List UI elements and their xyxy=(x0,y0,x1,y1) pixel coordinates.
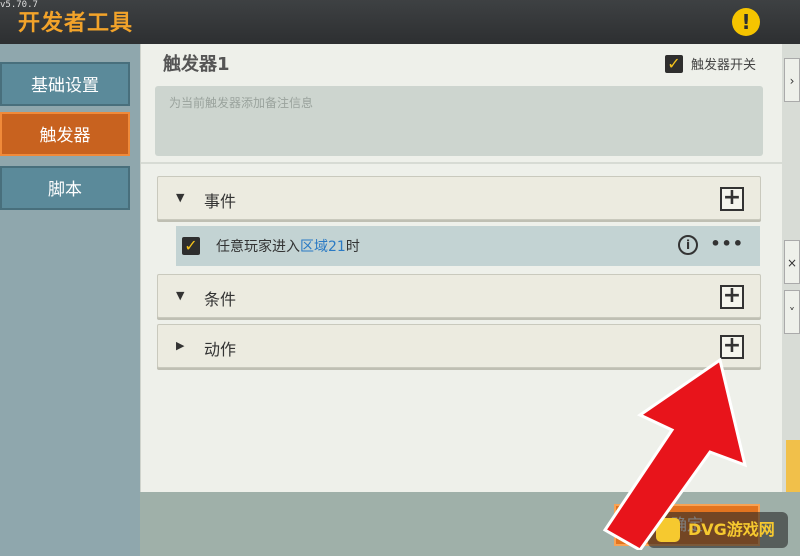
trigger-toggle-label: 触发器开关 xyxy=(690,58,756,73)
top-bar: 开发者工具 ! xyxy=(0,0,800,44)
add-condition-button[interactable]: + xyxy=(720,285,744,309)
event-text-highlight[interactable]: 区域21 xyxy=(300,239,346,255)
more-options-icon[interactable]: ••• xyxy=(710,234,744,253)
red-arrow-annotation xyxy=(602,357,748,550)
sidebar-item-basic-settings[interactable]: 基础设置 xyxy=(0,62,130,106)
section-action-label: 动作 xyxy=(204,340,237,359)
sidebar-item-scripts[interactable]: 脚本 xyxy=(0,166,130,210)
section-condition-label: 条件 xyxy=(204,290,237,309)
warning-icon[interactable]: ! xyxy=(732,8,760,36)
close-icon[interactable]: × xyxy=(784,240,800,284)
section-condition[interactable]: ▼ 条件 + xyxy=(157,274,761,318)
checkbox-icon[interactable]: ✓ xyxy=(182,237,200,255)
note-input[interactable]: 为当前触发器添加备注信息 xyxy=(155,86,763,156)
add-event-button[interactable]: + xyxy=(720,187,744,211)
chevron-right-icon[interactable]: › xyxy=(784,58,800,102)
sidebar: 基础设置 触发器 脚本 xyxy=(0,44,140,556)
chevron-down-icon[interactable]: ˅ xyxy=(784,290,800,334)
event-item-text: 任意玩家进入区域21时 xyxy=(216,236,360,256)
info-icon[interactable]: i xyxy=(678,235,698,255)
caret-down-icon[interactable]: ▼ xyxy=(176,191,184,204)
caret-down-icon[interactable]: ▼ xyxy=(176,289,184,302)
event-text-suffix: 时 xyxy=(345,239,360,255)
side-tab[interactable] xyxy=(786,440,800,500)
section-event[interactable]: ▼ 事件 + xyxy=(157,176,761,220)
event-item[interactable]: ✓ 任意玩家进入区域21时 i ••• xyxy=(176,226,760,266)
section-event-label: 事件 xyxy=(204,192,237,211)
note-placeholder: 为当前触发器添加备注信息 xyxy=(169,96,314,110)
event-text-prefix: 任意玩家进入 xyxy=(216,239,300,255)
sidebar-item-triggers[interactable]: 触发器 xyxy=(0,112,130,156)
divider xyxy=(141,162,783,164)
trigger-toggle[interactable]: ✓ 触发器开关 xyxy=(664,54,756,73)
checkbox-icon[interactable]: ✓ xyxy=(664,54,683,73)
trigger-name[interactable]: 触发器1 xyxy=(163,50,230,76)
version-label: v5.70.7 xyxy=(0,0,38,10)
caret-right-icon[interactable]: ▶ xyxy=(176,339,184,352)
